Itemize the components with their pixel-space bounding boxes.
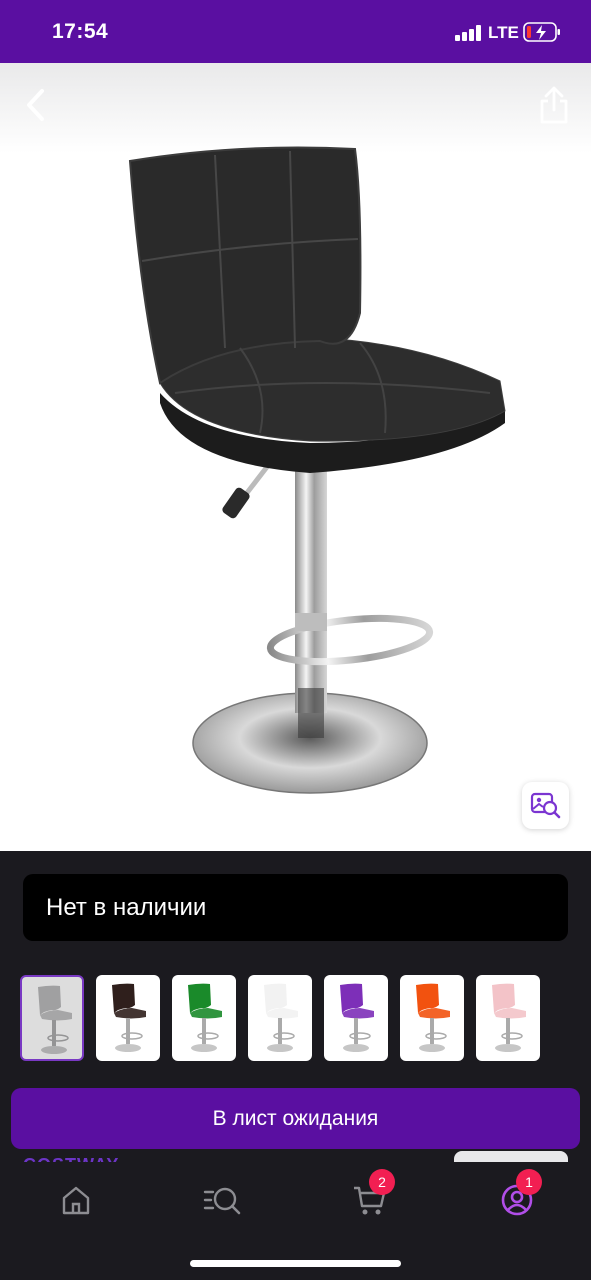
nav-home[interactable] [58,1182,94,1218]
home-indicator[interactable] [190,1260,401,1267]
pink-chair-thumbnail [492,983,526,1052]
white-chair-thumbnail [264,983,298,1052]
network-type: LTE [488,23,519,42]
purple-chair-thumbnail [340,983,374,1052]
home-icon [62,1186,90,1215]
color-swatch-purple-chair[interactable] [324,975,388,1061]
grey-chair-thumbnail [38,985,72,1054]
share-icon[interactable] [536,85,572,125]
status-time: 17:54 [52,20,109,43]
back-chevron-icon[interactable] [20,85,52,125]
nav-catalog[interactable] [203,1182,241,1218]
battery-charging-icon [523,22,560,42]
bar-stool-photo [128,146,506,794]
color-swatch-grey-chair[interactable] [20,975,84,1061]
color-swatch-orange-chair[interactable] [400,975,464,1061]
bottom-navigation: 2 1 [0,1162,591,1280]
nav-profile[interactable]: 1 [499,1169,542,1218]
availability-banner: Нет в наличии [23,874,568,941]
visual-search-button[interactable] [522,782,569,829]
profile-notification-badge: 1 [516,1169,542,1195]
color-swatch-green-chair[interactable] [172,975,236,1061]
cart-count-badge: 2 [369,1169,395,1195]
color-swatch-white-chair[interactable] [248,975,312,1061]
color-variant-list [20,975,580,1062]
brown-chair-thumbnail [112,983,146,1052]
color-swatch-pink-chair[interactable] [476,975,540,1061]
green-chair-thumbnail [188,983,222,1052]
catalog-search-icon [203,1187,241,1215]
nav-cart[interactable]: 2 [352,1169,395,1218]
orange-chair-thumbnail [416,983,450,1052]
add-to-waitlist-button[interactable]: В лист ожидания [11,1088,580,1149]
color-swatch-brown-chair[interactable] [96,975,160,1061]
cellular-signal-icon [455,25,483,41]
status-bar: 17:54 LTE [0,0,591,63]
image-search-icon [530,792,560,818]
product-image-gallery[interactable] [0,63,591,851]
